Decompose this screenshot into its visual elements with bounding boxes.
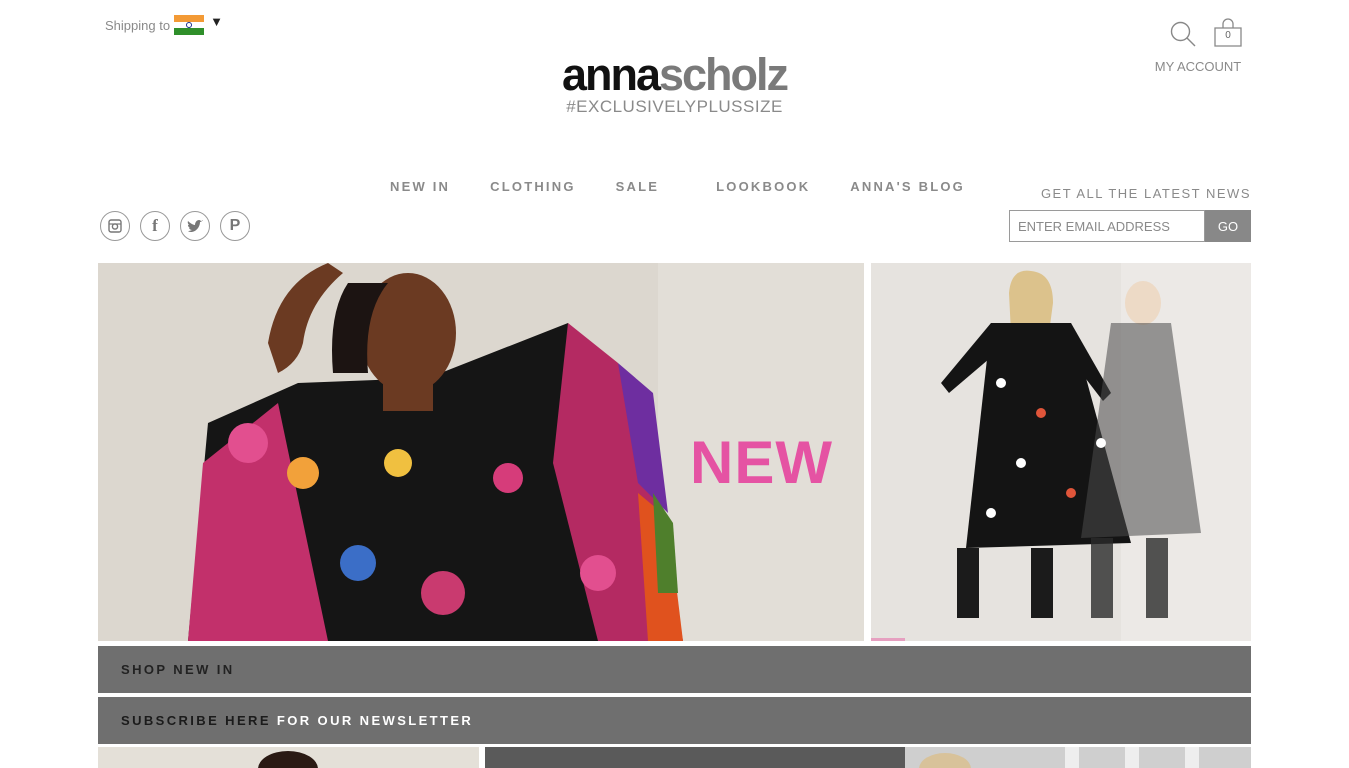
pinterest-icon: P	[229, 217, 241, 234]
nav-item-lookbook[interactable]: LOOKBOOK	[716, 179, 810, 194]
facebook-icon: f	[152, 216, 158, 235]
cart-button[interactable]: 0	[1213, 18, 1243, 48]
dropdown-caret-icon[interactable]: ▼	[210, 14, 223, 29]
subscribe-newsletter-bar[interactable]: SUBSCRIBE HERE FOR OUR NEWSLETTER	[98, 697, 1251, 744]
hero-image-dresses[interactable]	[871, 263, 1251, 641]
promo-photo-left	[98, 747, 479, 768]
nav-item-sale[interactable]: SALE	[616, 179, 659, 194]
my-account-link[interactable]: MY ACCOUNT	[1150, 59, 1246, 74]
instagram-icon	[108, 219, 122, 233]
go-button[interactable]: GO	[1205, 210, 1251, 242]
twitter-button[interactable]	[180, 211, 210, 241]
site-logo[interactable]: annascholz #EXCLUSIVELYPLUSSIZE	[0, 52, 1349, 117]
promo-image-right[interactable]	[485, 747, 1251, 768]
search-icon[interactable]	[1169, 20, 1197, 48]
shop-new-in-label: SHOP NEW IN	[121, 662, 235, 677]
promo-photo-right	[485, 747, 1251, 768]
shop-new-in-bar[interactable]: SHOP NEW IN	[98, 646, 1251, 693]
logo-text-anna: anna	[561, 49, 661, 100]
main-nav: NEW IN CLOTHING SALE LOOKBOOK ANNA'S BLO…	[390, 179, 965, 194]
nav-item-annas-blog[interactable]: ANNA'S BLOG	[850, 179, 965, 194]
newsletter-heading: GET ALL THE LATEST NEWS	[1040, 186, 1251, 201]
cart-count: 0	[1225, 30, 1231, 41]
nav-item-new-in[interactable]: NEW IN	[390, 179, 450, 194]
hero-new-label: NEW	[690, 429, 833, 496]
logo-text-scholz: scholz	[658, 49, 789, 100]
hero-photo-dresses	[871, 263, 1251, 641]
instagram-button[interactable]	[100, 211, 130, 241]
pinterest-button[interactable]: P	[220, 211, 250, 241]
nav-item-clothing[interactable]: CLOTHING	[490, 179, 575, 194]
facebook-button[interactable]: f	[140, 211, 170, 241]
logo-tagline: #EXCLUSIVELYPLUSSIZE	[566, 97, 783, 116]
india-flag-icon	[174, 15, 205, 36]
shipping-label: Shipping to	[105, 17, 171, 33]
subscribe-label-part2: FOR OUR NEWSLETTER	[276, 713, 474, 728]
email-input[interactable]	[1009, 210, 1205, 242]
promo-image-left[interactable]	[98, 747, 479, 768]
subscribe-label-part1: SUBSCRIBE HERE	[121, 713, 271, 728]
shipping-selector[interactable]: Shipping to ▼	[105, 14, 223, 36]
twitter-icon	[187, 220, 203, 232]
